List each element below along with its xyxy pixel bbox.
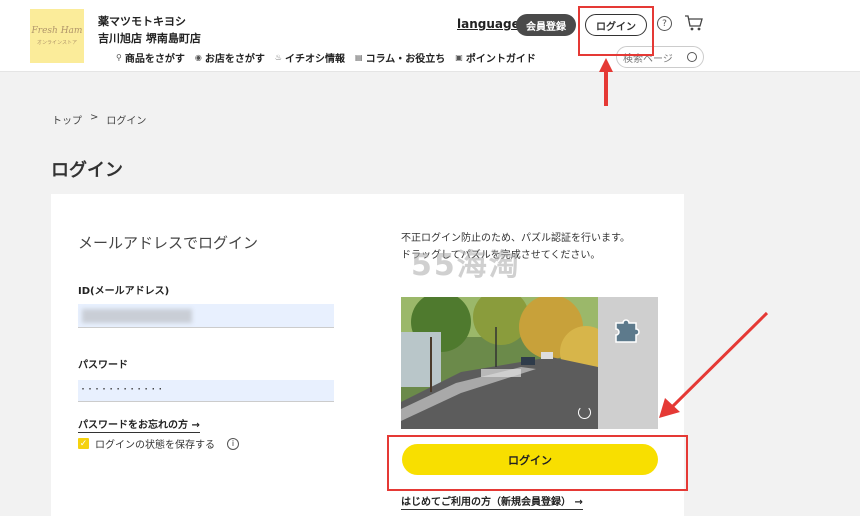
help-icon[interactable]: ? (657, 16, 672, 31)
password-field[interactable]: ············ (78, 380, 334, 402)
refresh-icon[interactable] (578, 406, 591, 419)
breadcrumb-current: ログイン (106, 116, 147, 127)
password-label: パスワード (78, 360, 128, 371)
email-field[interactable] (78, 304, 334, 328)
info-icon[interactable]: i (227, 437, 239, 450)
store-name-line1: 薬マツモトキヨシ (98, 15, 186, 28)
register-button[interactable]: 会員登録 (516, 14, 576, 36)
puzzle-piece[interactable] (612, 317, 640, 345)
search-icon[interactable] (687, 52, 697, 62)
nav-label: ポイントガイド (465, 54, 536, 65)
flame-icon: ♨ (274, 53, 283, 62)
puzzle-piece-tray (598, 297, 658, 429)
remember-label[interactable]: ログインの状態を保存する (95, 436, 215, 451)
annotation-box-header-login (578, 6, 654, 56)
breadcrumb-separator: > (90, 112, 99, 123)
first-time-register-link[interactable]: はじめてご利用の方（新規会員登録） → (401, 493, 583, 510)
store-name: 薬マツモトキヨシ 吉川旭店 堺南島町店 (98, 13, 201, 47)
store-name-line2: 吉川旭店 堺南島町店 (98, 32, 201, 45)
language-link[interactable]: language (457, 17, 520, 31)
page-title: ログイン (51, 160, 123, 181)
email-login-heading: メールアドレスでログイン (78, 234, 259, 252)
cart-icon[interactable] (684, 13, 704, 33)
nav-item-stores[interactable]: ◉ お店をさがす (195, 50, 265, 65)
search-icon: ⚲ (116, 53, 122, 62)
site-header: Fresh Ham オンラインストア 薬マツモトキヨシ 吉川旭店 堺南島町店 l… (0, 0, 860, 72)
book-icon: ▤ (355, 53, 363, 62)
annotation-box-login-button (387, 435, 688, 491)
point-icon: ▣ (455, 53, 463, 62)
nav-item-point-guide[interactable]: ▣ ポイントガイド (455, 50, 536, 65)
id-label: ID(メールアドレス) (78, 286, 170, 297)
nav-label: 商品をさがす (124, 54, 185, 65)
breadcrumb: トップ > ログイン (52, 112, 146, 127)
main-nav: ⚲ 商品をさがす ◉ お店をさがす ♨ イチオシ情報 ▤ コラム・お役立ち ▣ … (116, 50, 536, 65)
puzzle-image (401, 297, 598, 429)
annotation-arrow-up (599, 58, 613, 106)
pin-icon: ◉ (194, 53, 202, 62)
store-logo[interactable]: Fresh Ham オンラインストア (30, 9, 84, 63)
remember-login: ✓ ログインの状態を保存する i (78, 436, 239, 451)
nav-item-columns[interactable]: ▤ コラム・お役立ち (355, 50, 445, 65)
nav-item-products[interactable]: ⚲ 商品をさがす (116, 50, 185, 65)
annotation-arrow-diagonal (659, 311, 769, 418)
logo-subtext: オンラインストア (37, 40, 77, 46)
remember-checkbox[interactable]: ✓ (78, 438, 89, 449)
breadcrumb-home[interactable]: トップ (52, 112, 82, 127)
logo-text: Fresh Ham (31, 26, 83, 36)
nav-label: イチオシ情報 (285, 54, 346, 65)
watermark: 55海淘 (411, 248, 521, 283)
nav-item-recommended[interactable]: ♨ イチオシ情報 (275, 50, 345, 65)
nav-label: お店をさがす (204, 54, 265, 65)
nav-label: コラム・お役立ち (365, 54, 446, 65)
email-value-blurred (82, 309, 192, 323)
forgot-password-link[interactable]: パスワードをお忘れの方 → (78, 416, 200, 433)
